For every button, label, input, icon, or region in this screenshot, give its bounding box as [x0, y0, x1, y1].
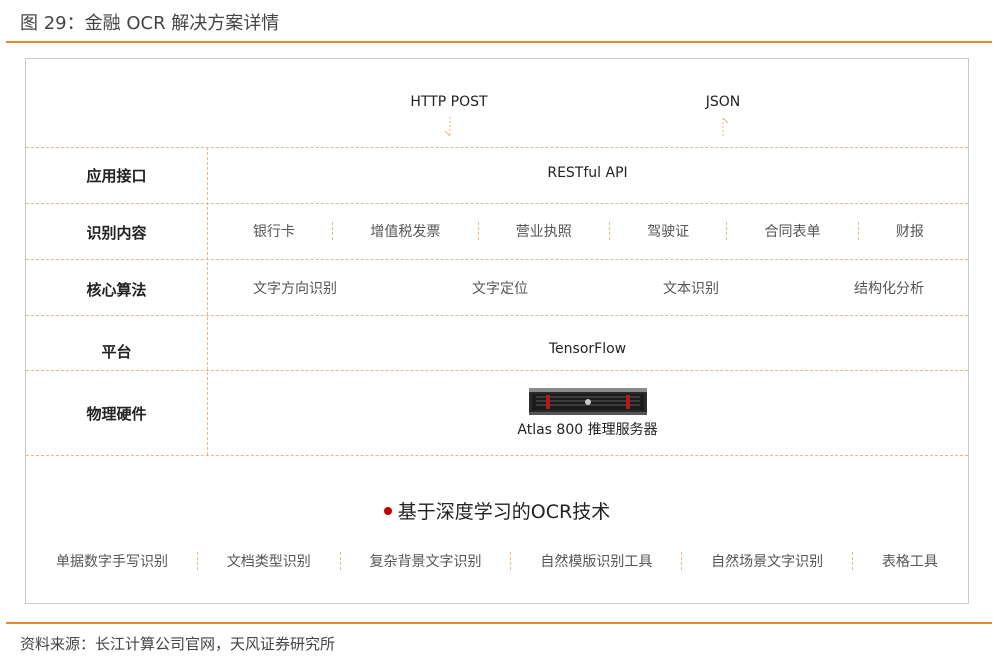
figure-title: 图 29：金融 OCR 解决方案详情 — [20, 13, 280, 34]
item-separator — [852, 552, 854, 570]
list-item: 增值税发票 — [370, 224, 441, 240]
item-separator — [608, 222, 610, 240]
bottom-rule — [6, 622, 992, 624]
list-item: 文本识别 — [663, 281, 719, 297]
list-item: 营业执照 — [515, 224, 572, 240]
list-item: 文档类型识别 — [226, 554, 311, 570]
recognition-items: 银行卡 增值税发票 营业执照 驾驶证 合同表单 财报 — [207, 220, 968, 242]
grid-line — [26, 455, 968, 456]
item-separator — [339, 552, 341, 570]
list-item: 文字定位 — [472, 281, 528, 297]
restful-api-label: RESTful API — [547, 165, 628, 181]
grid-line — [26, 147, 968, 148]
list-item: 合同表单 — [764, 224, 821, 240]
list-item: 结构化分析 — [854, 281, 924, 297]
item-separator — [332, 222, 334, 240]
row-label: 物理硬件 — [86, 405, 147, 423]
grid-line — [26, 315, 968, 316]
grid-line — [26, 259, 968, 260]
row-label: 应用接口 — [86, 167, 147, 185]
list-item: 自然场景文字识别 — [711, 554, 824, 570]
item-separator — [477, 222, 479, 240]
list-item: 文字方向识别 — [253, 281, 337, 297]
hardware-cell: Atlas 800 推理服务器 — [207, 385, 968, 439]
algorithm-items: 文字方向识别 文字定位 文本识别 结构化分析 — [207, 277, 968, 299]
top-rule — [6, 41, 992, 43]
item-separator — [726, 222, 728, 240]
ocr-tech-title: 基于深度学习的OCR技术 — [397, 501, 611, 523]
json-label: JSON — [705, 94, 741, 110]
item-separator — [681, 552, 683, 570]
arrow-up-icon — [722, 117, 729, 137]
http-post-label: HTTP POST — [410, 94, 488, 110]
server-label: Atlas 800 推理服务器 — [517, 422, 658, 438]
list-item: 单据数字手写识别 — [56, 554, 168, 570]
grid-line — [26, 370, 968, 371]
arrow-down-icon — [444, 117, 451, 137]
ocr-tech-heading: 基于深度学习的OCR技术 — [26, 497, 968, 524]
row-label: 平台 — [101, 343, 132, 361]
source-note: 资料来源：长江计算公司官网，天风证券研究所 — [20, 635, 336, 653]
diagram-frame: HTTP POST JSON 应用接口 RESTful API 识别内容 银行卡… — [25, 58, 969, 604]
row-label: 核心算法 — [86, 281, 147, 299]
grid-line — [26, 203, 968, 204]
tensorflow-label: TensorFlow — [548, 341, 627, 357]
list-item: 表格工具 — [881, 554, 938, 570]
bullet-dot-icon — [383, 506, 392, 515]
list-item: 驾驶证 — [647, 224, 690, 240]
item-separator — [510, 552, 512, 570]
list-item: 财报 — [895, 224, 924, 240]
item-separator — [857, 222, 859, 240]
list-item: 自然模版识别工具 — [540, 554, 653, 570]
server-icon — [528, 388, 647, 415]
item-separator — [196, 552, 198, 570]
ocr-tech-items: 单据数字手写识别 文档类型识别 复杂背景文字识别 自然模版识别工具 自然场景文字… — [56, 551, 938, 571]
list-item: 复杂背景文字识别 — [369, 554, 482, 570]
row-label: 识别内容 — [86, 224, 147, 242]
list-item: 银行卡 — [253, 224, 295, 240]
